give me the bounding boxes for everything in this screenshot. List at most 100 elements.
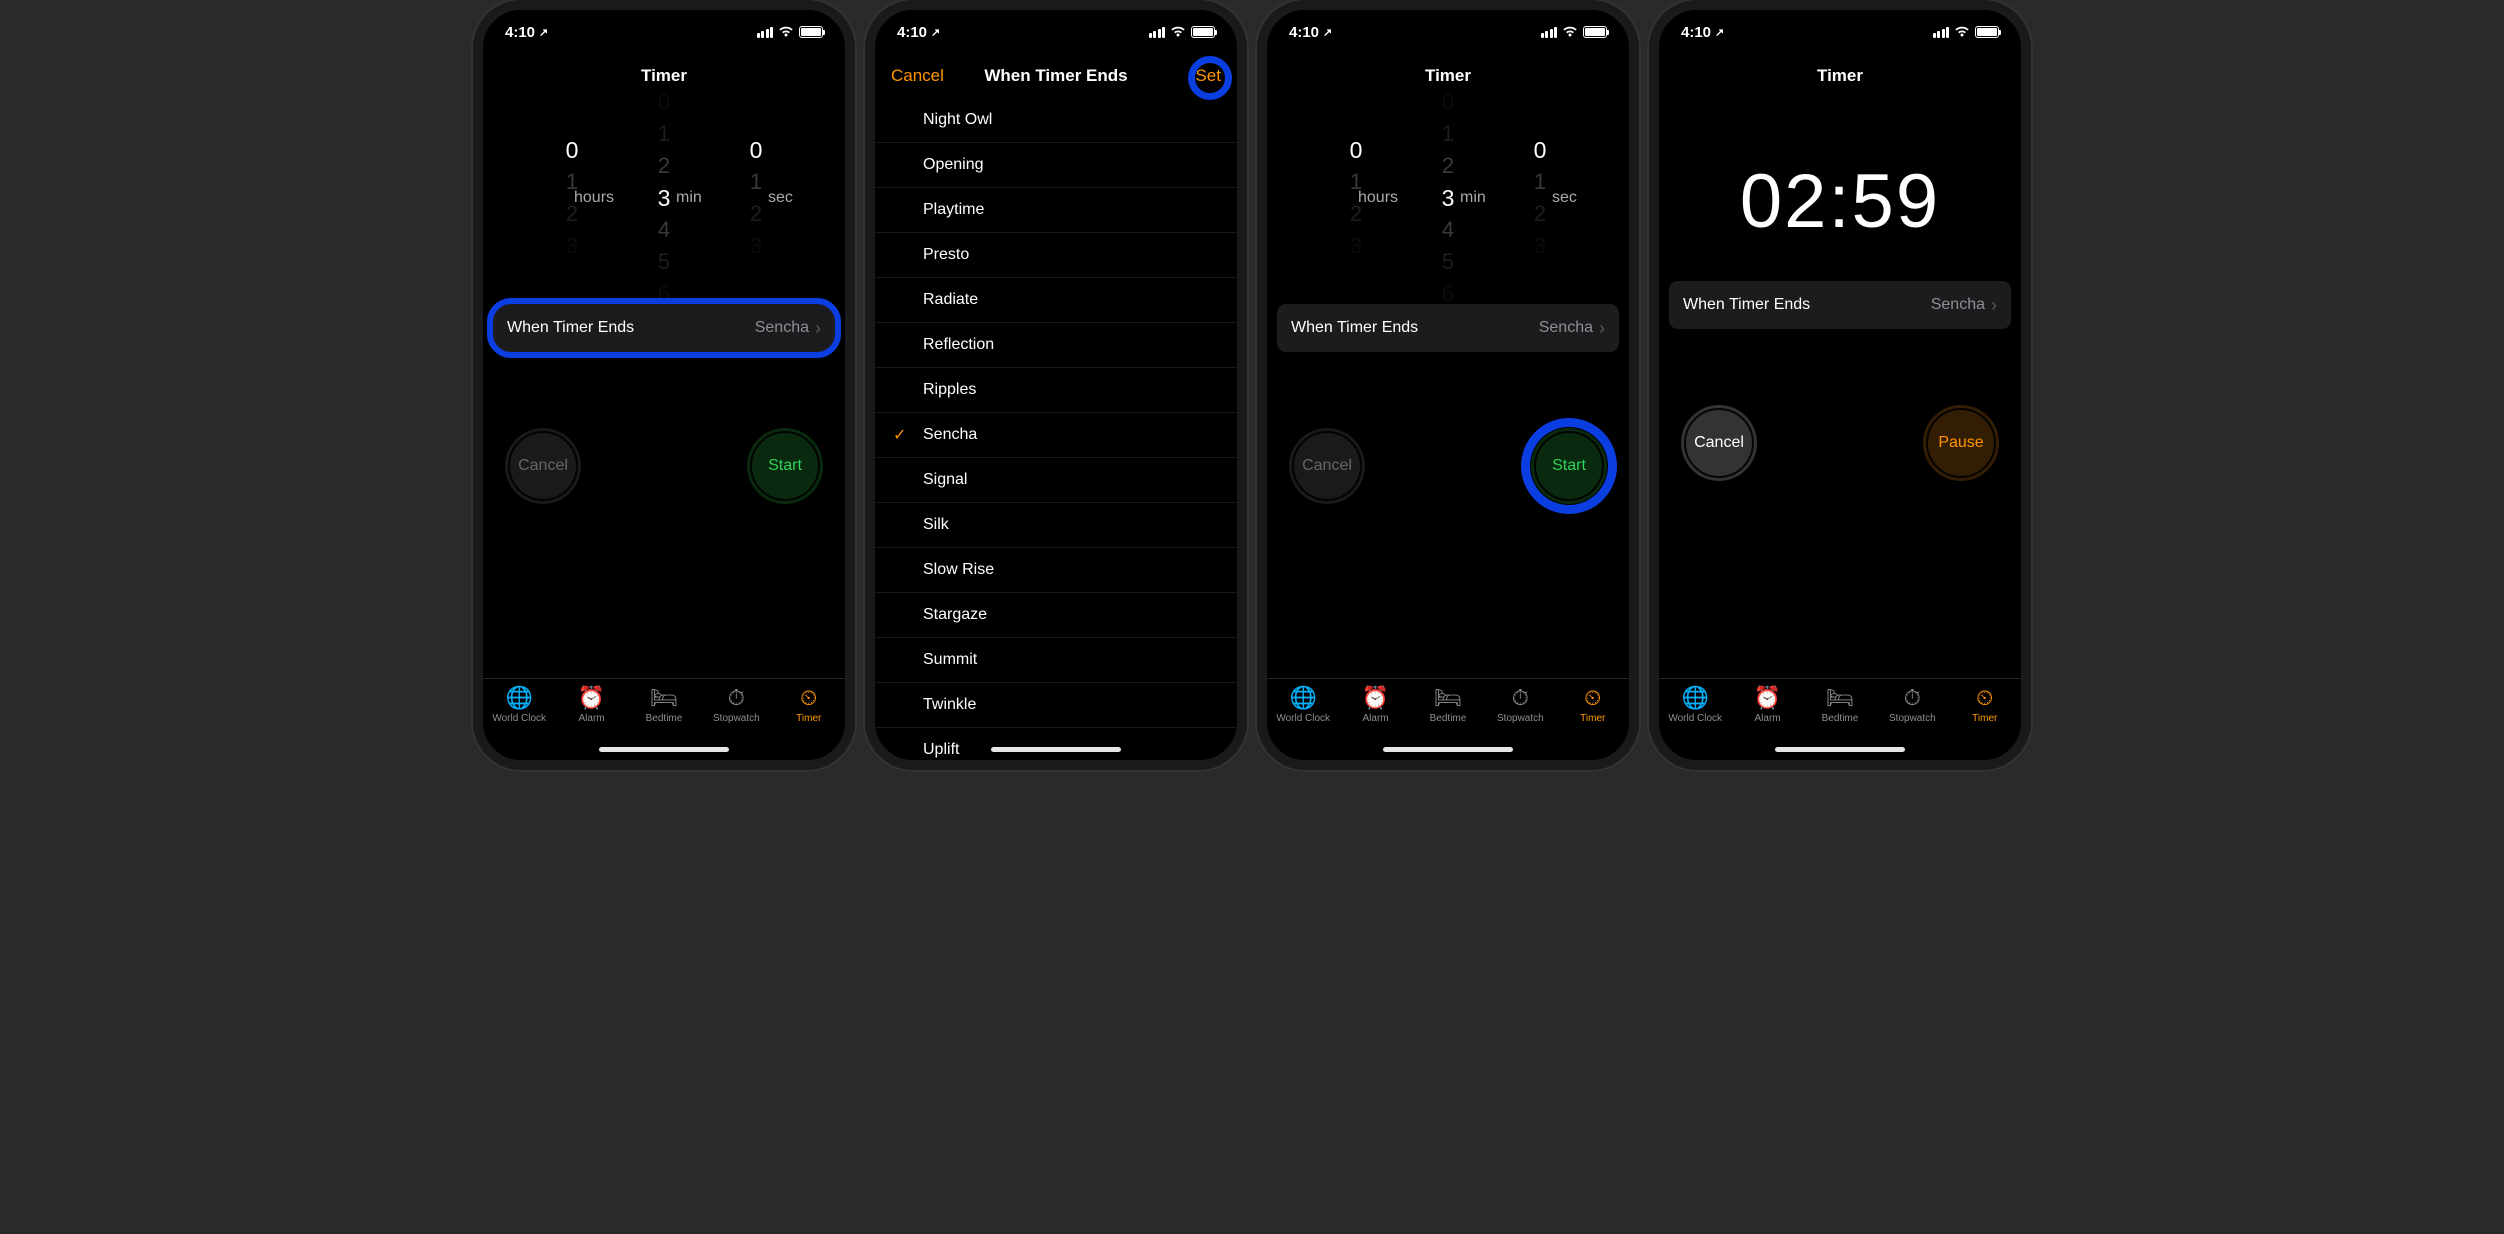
status-time: 4:10 [1289, 24, 1319, 41]
tab-timer[interactable]: ⏲Timer [775, 685, 843, 724]
sound-option[interactable]: Slow Rise [875, 548, 1237, 593]
tab-alarm[interactable]: ⏰Alarm [558, 685, 626, 724]
sound-label: Sencha [923, 426, 977, 444]
chevron-right-icon: › [1991, 295, 1997, 316]
tab-bedtime[interactable]: 🛏Bedtime [630, 685, 698, 724]
home-indicator[interactable] [1775, 747, 1905, 752]
sound-option[interactable]: Uplift [875, 728, 1237, 760]
sound-option[interactable]: Summit [875, 638, 1237, 683]
alarm-icon: ⏰ [1755, 685, 1781, 711]
picker-hours[interactable]: 0 1 2 3 hours [1316, 118, 1396, 278]
tab-world-clock[interactable]: 🌐World Clock [485, 685, 553, 724]
sound-label: Playtime [923, 201, 984, 219]
phone-frame: 4:10↗ Timer 0 1 2 3 hours 0 1 2 3 4 [473, 0, 855, 770]
screen-timer-setup: 4:10↗ Timer 0 1 2 3 hours 0 1 2 3 4 [483, 10, 845, 760]
timer-picker[interactable]: 0 1 2 3 hours 0 1 2 3 4 5 6 min 0 1 2 3 [483, 108, 845, 288]
cancel-button[interactable]: Cancel [891, 66, 944, 86]
notch [966, 10, 1146, 38]
start-button[interactable]: Start [1531, 428, 1607, 504]
when-timer-ends-value: Sencha [1931, 296, 1985, 314]
globe-icon: 🌐 [1682, 685, 1708, 711]
sound-label: Night Owl [923, 111, 992, 129]
timer-icon: ⏲ [1580, 685, 1606, 711]
sound-option[interactable]: Playtime [875, 188, 1237, 233]
tab-alarm[interactable]: ⏰Alarm [1734, 685, 1802, 724]
alarm-icon: ⏰ [579, 685, 605, 711]
bed-icon: 🛏 [651, 685, 677, 711]
sound-option[interactable]: Stargaze [875, 593, 1237, 638]
nav-title: Timer [1817, 66, 1863, 86]
picker-minutes[interactable]: 0 1 2 3 4 5 6 min [624, 118, 704, 278]
status-time: 4:10 [1681, 24, 1711, 41]
tab-stopwatch[interactable]: ⏱Stopwatch [702, 685, 770, 724]
status-time: 4:10 [505, 24, 535, 41]
sound-option[interactable]: Radiate [875, 278, 1237, 323]
timer-icon: ⏲ [796, 685, 822, 711]
cancel-button[interactable]: Cancel [1681, 405, 1757, 481]
start-button[interactable]: Start [747, 428, 823, 504]
nav-title: When Timer Ends [984, 66, 1127, 86]
tab-stopwatch[interactable]: ⏱Stopwatch [1486, 685, 1554, 724]
tab-timer[interactable]: ⏲Timer [1559, 685, 1627, 724]
screen-sound-picker: 4:10↗ Cancel When Timer Ends Set Night O… [875, 10, 1237, 760]
countdown-display: 02:59 [1659, 158, 2021, 245]
sound-list[interactable]: Night Owl Opening Playtime Presto Radiate Ref… [875, 98, 1237, 760]
tab-bedtime[interactable]: 🛏Bedtime [1806, 685, 1874, 724]
picker-seconds[interactable]: 0 1 2 3 sec [1500, 118, 1580, 278]
sound-label: Signal [923, 471, 967, 489]
sound-label: Opening [923, 156, 984, 174]
globe-icon: 🌐 [506, 685, 532, 711]
sound-option[interactable]: Night Owl [875, 98, 1237, 143]
sound-label: Silk [923, 516, 949, 534]
sound-label: Reflection [923, 336, 994, 354]
tab-alarm[interactable]: ⏰Alarm [1342, 685, 1410, 724]
when-timer-ends-value: Sencha [755, 319, 809, 337]
when-timer-ends-row[interactable]: When Timer Ends Sencha› [1669, 281, 2011, 329]
bed-icon: 🛏 [1435, 685, 1461, 711]
battery-icon [1191, 26, 1215, 38]
cellular-icon [1933, 27, 1950, 38]
sound-option[interactable]: Opening [875, 143, 1237, 188]
tab-bedtime[interactable]: 🛏Bedtime [1414, 685, 1482, 724]
highlight-annotation [1521, 418, 1617, 514]
location-icon: ↗ [931, 26, 940, 39]
sound-label: Radiate [923, 291, 978, 309]
phone-frame: 4:10↗ Timer 02:59 When Timer Ends Sencha… [1649, 0, 2031, 770]
nav-title: Timer [1425, 66, 1471, 86]
when-timer-ends-row[interactable]: When Timer Ends Sencha› [1277, 304, 1619, 352]
wifi-icon [778, 26, 794, 38]
sound-label: Uplift [923, 741, 959, 759]
home-indicator[interactable] [599, 747, 729, 752]
tab-world-clock[interactable]: 🌐World Clock [1661, 685, 1729, 724]
highlight-annotation [1188, 56, 1232, 100]
tab-world-clock[interactable]: 🌐World Clock [1269, 685, 1337, 724]
cellular-icon [757, 27, 774, 38]
when-timer-ends-row[interactable]: When Timer Ends Sencha› [493, 304, 835, 352]
nav-title: Timer [641, 66, 687, 86]
picker-minutes[interactable]: 0 1 2 3 4 5 6 min [1408, 118, 1488, 278]
home-indicator[interactable] [991, 747, 1121, 752]
sound-option[interactable]: ✓Sencha [875, 413, 1237, 458]
sound-option[interactable]: Reflection [875, 323, 1237, 368]
when-timer-ends-value: Sencha [1539, 319, 1593, 337]
when-timer-ends-label: When Timer Ends [507, 319, 634, 337]
sound-option[interactable]: Silk [875, 503, 1237, 548]
wifi-icon [1562, 26, 1578, 38]
picker-hours[interactable]: 0 1 2 3 hours [532, 118, 612, 278]
sound-option[interactable]: Signal [875, 458, 1237, 503]
tab-timer[interactable]: ⏲Timer [1951, 685, 2019, 724]
location-icon: ↗ [1323, 26, 1332, 39]
stopwatch-icon: ⏱ [1507, 685, 1533, 711]
timer-picker[interactable]: 0 1 2 3 hours 0 1 2 3 4 5 6 min 0 1 2 3 [1267, 108, 1629, 288]
sound-option[interactable]: Ripples [875, 368, 1237, 413]
stopwatch-icon: ⏱ [1899, 685, 1925, 711]
sound-label: Slow Rise [923, 561, 994, 579]
tab-stopwatch[interactable]: ⏱Stopwatch [1878, 685, 1946, 724]
sound-option[interactable]: Twinkle [875, 683, 1237, 728]
sound-option[interactable]: Presto [875, 233, 1237, 278]
picker-seconds[interactable]: 0 1 2 3 sec [716, 118, 796, 278]
sound-label: Twinkle [923, 696, 976, 714]
phone-frame: 4:10↗ Cancel When Timer Ends Set Night O… [865, 0, 1247, 770]
pause-button[interactable]: Pause [1923, 405, 1999, 481]
home-indicator[interactable] [1383, 747, 1513, 752]
